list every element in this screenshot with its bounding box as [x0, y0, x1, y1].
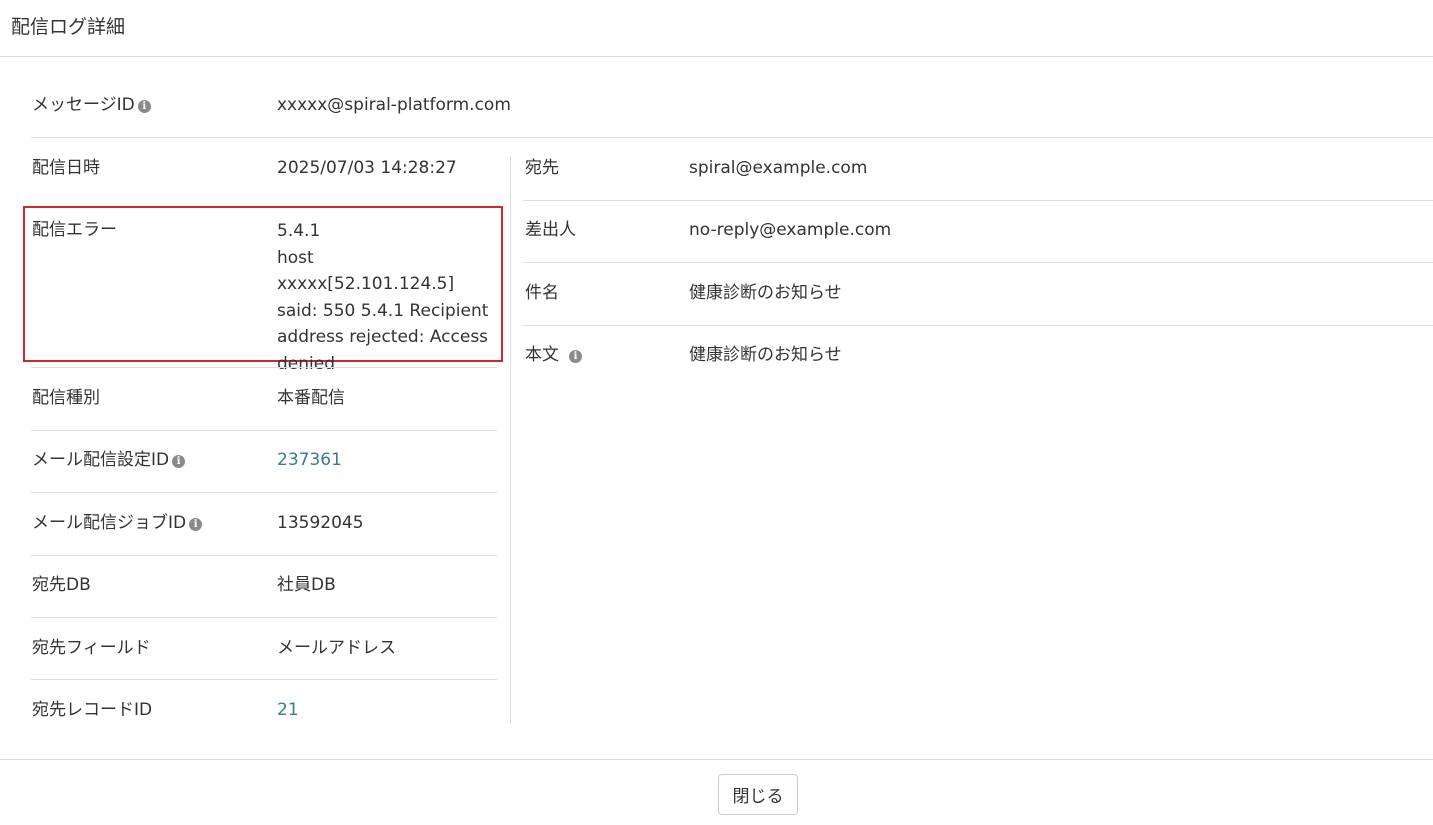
- close-button[interactable]: 閉じる: [718, 774, 798, 815]
- footer-divider: [0, 759, 1433, 760]
- message-id-label: メッセージID i: [32, 92, 151, 118]
- info-icon[interactable]: i: [569, 350, 582, 363]
- divider: [31, 367, 497, 368]
- divider: [31, 137, 1433, 138]
- subject-label: 件名: [525, 283, 559, 303]
- delivery-datetime-value: 2025/07/03 14:28:27: [277, 158, 457, 178]
- body-label: 本文 i: [525, 342, 582, 368]
- delivery-log-detail-modal: 配信ログ詳細 メッセージID i xxxxx@spiral-platform.co…: [0, 0, 1433, 825]
- divider: [523, 325, 1433, 326]
- divider: [31, 430, 497, 431]
- subject-value: 健康診断のお知らせ: [689, 283, 842, 303]
- recipient-db-value: 社員DB: [277, 575, 336, 595]
- mail-setting-id-link[interactable]: 237361: [277, 447, 342, 473]
- mail-setting-id-label: メール配信設定ID i: [32, 447, 186, 473]
- to-value: spiral@example.com: [689, 158, 868, 178]
- delivery-type-label: 配信種別: [32, 388, 100, 408]
- divider: [523, 200, 1433, 201]
- info-icon[interactable]: i: [137, 100, 151, 113]
- delivery-datetime-label: 配信日時: [32, 158, 100, 178]
- recipient-db-label: 宛先DB: [32, 575, 91, 595]
- delivery-error-label: 配信エラー: [32, 220, 117, 240]
- from-label: 差出人: [525, 220, 576, 240]
- recipient-field-value: メールアドレス: [277, 638, 396, 658]
- info-icon[interactable]: i: [172, 455, 186, 468]
- to-label: 宛先: [525, 158, 559, 178]
- from-value: no-reply@example.com: [689, 220, 892, 240]
- column-divider: [510, 156, 511, 724]
- message-id-value: xxxxx@spiral-platform.com: [277, 95, 511, 115]
- info-icon[interactable]: i: [189, 518, 203, 531]
- body-value: 健康診断のお知らせ: [689, 345, 842, 365]
- modal-title: 配信ログ詳細: [11, 16, 126, 38]
- divider: [31, 555, 497, 556]
- divider: [31, 492, 497, 493]
- divider: [31, 617, 497, 618]
- recipient-record-id-link[interactable]: 21: [277, 697, 299, 723]
- divider: [31, 679, 497, 680]
- delivery-error-value: 5.4.1 host xxxxx[52.101.124.5] said: 550…: [277, 221, 489, 374]
- divider: [523, 262, 1433, 263]
- recipient-record-id-label: 宛先レコードID: [32, 700, 153, 720]
- recipient-field-label: 宛先フィールド: [32, 638, 151, 658]
- mail-job-id-value: 13592045: [277, 513, 364, 533]
- modal-header: 配信ログ詳細: [0, 0, 1433, 57]
- delivery-type-value: 本番配信: [277, 388, 345, 408]
- mail-job-id-label: メール配信ジョブID i: [32, 510, 203, 536]
